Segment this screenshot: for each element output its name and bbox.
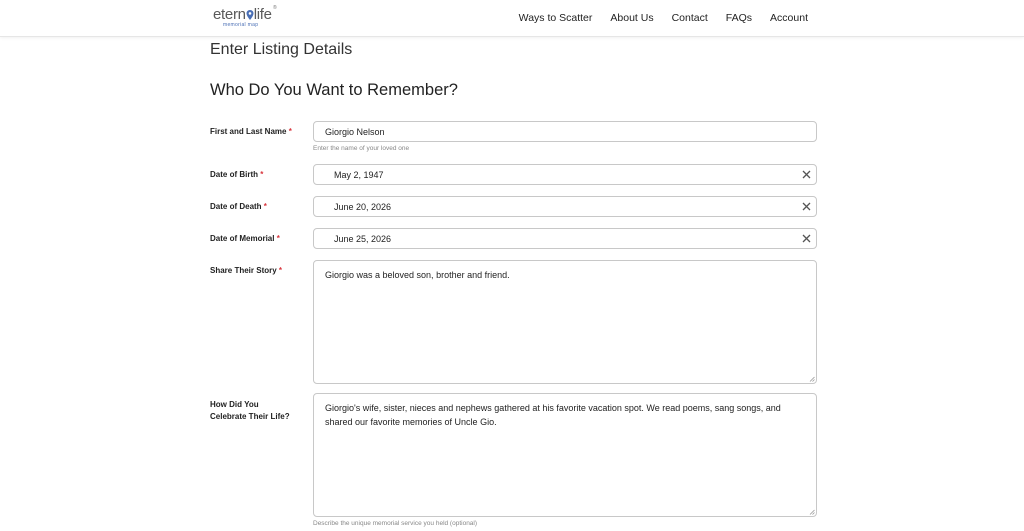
name-label: First and Last Name * — [210, 126, 310, 138]
celebrate-textarea-value: Giorgio's wife, sister, nieces and nephe… — [325, 403, 781, 427]
logo-wordmark: etern life — [213, 6, 272, 23]
required-mark: * — [278, 266, 283, 275]
story-label-text: Share Their Story — [210, 266, 277, 275]
resize-grip-icon[interactable] — [809, 376, 815, 382]
name-input[interactable]: Giorgio Nelson — [313, 121, 817, 142]
celebrate-textarea[interactable]: Giorgio's wife, sister, nieces and nephe… — [313, 393, 817, 517]
story-label: Share Their Story * — [210, 265, 310, 277]
clear-icon[interactable] — [801, 201, 812, 212]
page-title: Enter Listing Details — [210, 41, 353, 58]
required-mark: * — [288, 127, 292, 136]
celebrate-label-line2: Celebrate Their Life? — [210, 412, 290, 421]
dom-label-text: Date of Memorial — [210, 234, 275, 243]
name-input-value: Giorgio Nelson — [325, 127, 385, 137]
dod-label: Date of Death * — [210, 201, 310, 213]
logo-trademark: ® — [273, 5, 277, 11]
celebrate-label: How Did You Celebrate Their Life? — [210, 399, 310, 423]
required-mark: * — [260, 170, 264, 179]
dod-input-value: June 20, 2026 — [334, 202, 392, 212]
dom-input-value: June 25, 2026 — [334, 234, 392, 244]
dob-input[interactable]: May 2, 1947 — [313, 164, 817, 185]
name-help-text: Enter the name of your loved one — [313, 145, 410, 152]
dob-label: Date of Birth * — [210, 169, 310, 181]
clear-icon[interactable] — [801, 233, 812, 244]
celebrate-help-text: Describe the unique memorial service you… — [313, 520, 478, 527]
logo-tagline: memorial map — [223, 22, 259, 28]
dom-input[interactable]: June 25, 2026 — [313, 228, 817, 249]
nav-about-us[interactable]: About Us — [610, 12, 653, 24]
map-pin-icon — [246, 10, 254, 20]
celebrate-label-line1: How Did You — [210, 400, 259, 409]
dom-label: Date of Memorial * — [210, 233, 310, 245]
logo-text-life: life — [253, 6, 272, 23]
name-label-text: First and Last Name — [210, 127, 287, 136]
clear-icon[interactable] — [801, 169, 812, 180]
nav-contact[interactable]: Contact — [672, 12, 708, 24]
nav-faqs[interactable]: FAQs — [726, 12, 752, 24]
resize-grip-icon[interactable] — [809, 509, 815, 515]
story-textarea-value: Giorgio was a beloved son, brother and f… — [325, 270, 510, 280]
required-mark: * — [276, 234, 280, 243]
required-mark: * — [263, 202, 267, 211]
nav-account[interactable]: Account — [770, 12, 808, 24]
brand-logo[interactable]: etern life ® memorial map — [213, 5, 283, 28]
dob-label-text: Date of Birth — [210, 170, 258, 179]
section-title: Who Do You Want to Remember? — [210, 81, 458, 99]
dod-input[interactable]: June 20, 2026 — [313, 196, 817, 217]
story-textarea[interactable]: Giorgio was a beloved son, brother and f… — [313, 260, 817, 384]
nav-ways-to-scatter[interactable]: Ways to Scatter — [519, 12, 593, 24]
logo-text-main: etern — [213, 6, 246, 23]
dod-label-text: Date of Death — [210, 202, 262, 211]
site-header: etern life ® memorial map Ways to Scatter… — [0, 0, 1024, 37]
main-nav: Ways to Scatter About Us Contact FAQs Ac… — [501, 12, 808, 24]
dob-input-value: May 2, 1947 — [334, 170, 384, 180]
